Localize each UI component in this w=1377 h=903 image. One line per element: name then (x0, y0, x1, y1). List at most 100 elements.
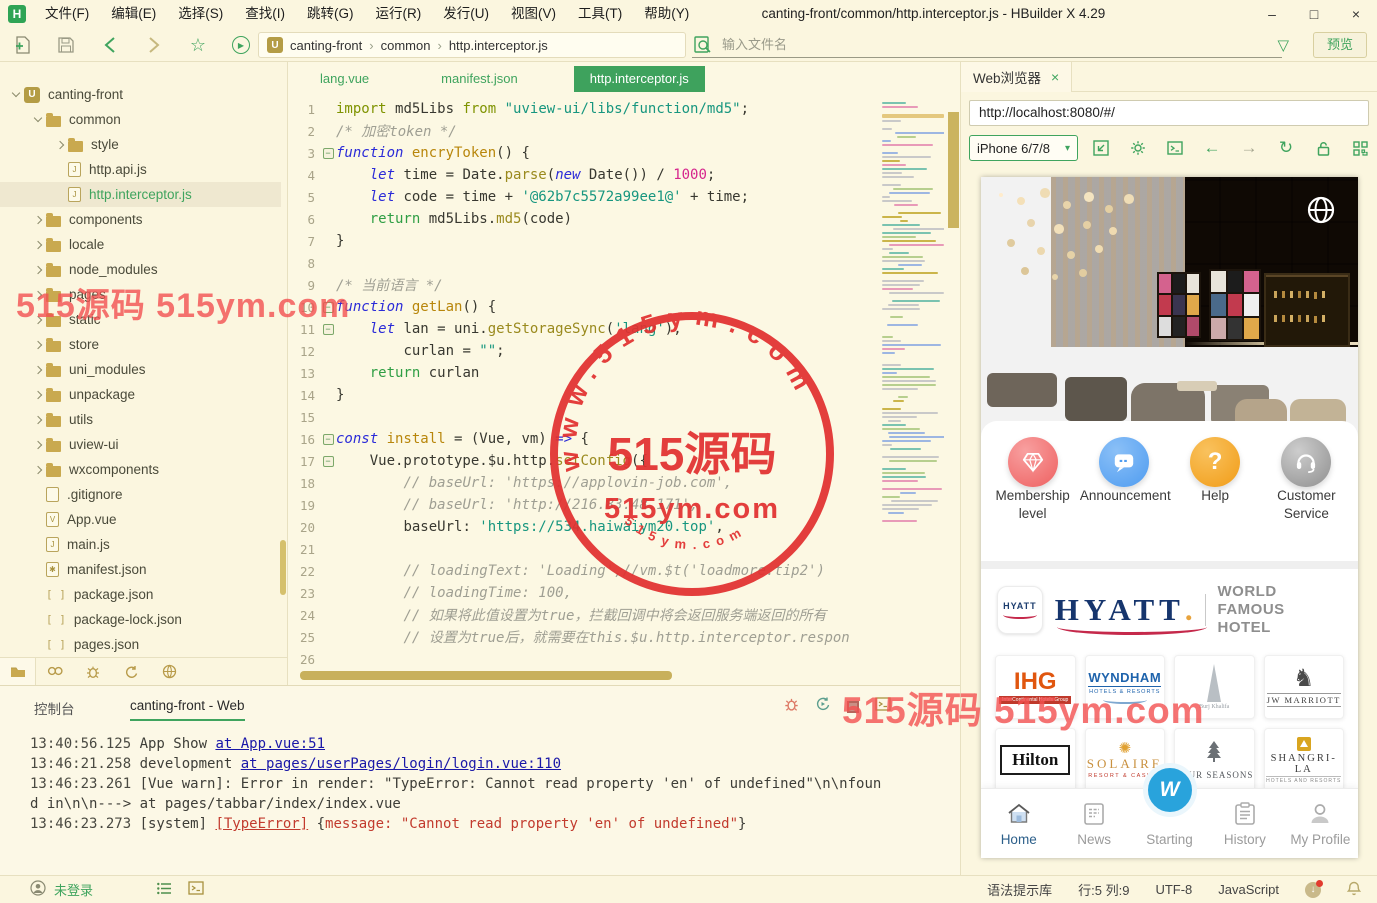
filter-funnel-icon[interactable]: ▽ (1277, 36, 1289, 54)
tree-item-http-api-js[interactable]: Jhttp.api.js (0, 157, 281, 182)
tree-expand-arrow[interactable] (30, 390, 46, 399)
breadcrumb[interactable]: U canting-front › common › http.interceptor.… (258, 32, 686, 58)
restart-icon[interactable] (815, 696, 831, 717)
menu-t[interactable]: 工具(T) (567, 0, 633, 28)
tab-news[interactable]: News (1056, 789, 1131, 858)
fold-box[interactable]: − (322, 301, 334, 313)
console-tab[interactable]: canting-front - Web (130, 698, 245, 721)
login-status[interactable]: 未登录 (54, 880, 93, 899)
tab-my-profile[interactable]: My Profile (1283, 789, 1358, 858)
fold-box[interactable]: − (322, 455, 334, 467)
status-5-9[interactable]: 行:5 列:9 (1078, 880, 1129, 899)
tree-item-package-json[interactable]: [ ] package.json (0, 582, 281, 607)
tree-item-common[interactable]: common (0, 107, 281, 132)
tree-expand-arrow[interactable] (30, 290, 46, 299)
close-button[interactable]: × (1335, 0, 1377, 28)
run-icon[interactable]: ▶ (232, 36, 250, 54)
starting-logo-icon[interactable]: W (1142, 763, 1197, 817)
editor-tab-manifest-json[interactable]: manifest.json (425, 66, 534, 92)
device-select[interactable]: iPhone 6/7/8 ▾ (969, 135, 1078, 161)
tree-item-locale[interactable]: locale (0, 232, 281, 257)
fit-window-icon[interactable] (1092, 139, 1110, 157)
tree-item-pages-json[interactable]: [ ] pages.json (0, 632, 281, 657)
brand-card-jw-marriott[interactable]: ♞ JW MARRIOTT (1263, 655, 1344, 719)
fold-marker-icon[interactable]: − (320, 323, 336, 335)
menu-e[interactable]: 编辑(E) (100, 0, 167, 28)
plugins-tab-icon[interactable] (150, 658, 188, 685)
menu-r[interactable]: 运行(R) (365, 0, 433, 28)
tree-item-main-js[interactable]: Jmain.js (0, 532, 281, 557)
search-input[interactable] (722, 37, 1282, 52)
tree-collapse-arrow[interactable] (8, 88, 24, 98)
menu-u[interactable]: 发行(U) (432, 0, 500, 28)
lock-icon[interactable] (1314, 139, 1332, 157)
editor-tab-lang-vue[interactable]: lang.vue (304, 66, 385, 92)
editor-scrollbar[interactable] (948, 112, 959, 228)
status-[interactable]: 语法提示库 (987, 880, 1052, 899)
tree-item-canting-front[interactable]: Ucanting-front (0, 82, 281, 107)
minimize-button[interactable]: – (1251, 0, 1293, 28)
fold-box[interactable]: − (322, 147, 334, 159)
forward-icon[interactable] (144, 35, 164, 55)
tree-expand-arrow[interactable] (52, 140, 68, 149)
update-icon[interactable]: ↓ (1305, 879, 1323, 898)
tree-item-utils[interactable]: utils (0, 407, 281, 432)
search-tab-icon[interactable] (36, 658, 74, 685)
maximize-button[interactable]: □ (1293, 0, 1335, 28)
search-file-icon[interactable] (694, 35, 716, 54)
svn-tab-icon[interactable] (112, 658, 150, 685)
service-announcement[interactable]: Announcement (1080, 437, 1171, 523)
brand-card-burj-khalifa[interactable]: Burj Khalifa (1174, 655, 1255, 719)
fold-marker-icon[interactable]: − (320, 301, 336, 313)
menu-i[interactable]: 查找(I) (234, 0, 296, 28)
outline-list-icon[interactable] (157, 882, 172, 898)
tree-item-pages[interactable]: pages (0, 282, 281, 307)
tree-expand-arrow[interactable] (30, 415, 46, 424)
tree-expand-arrow[interactable] (30, 215, 46, 224)
status-utf-8[interactable]: UTF-8 (1155, 882, 1192, 897)
fold-marker-icon[interactable]: − (320, 455, 336, 467)
breadcrumb-item-common[interactable]: common (381, 38, 431, 53)
qr-code-icon[interactable] (1351, 139, 1369, 157)
tree-item-wxcomponents[interactable]: wxcomponents (0, 457, 281, 482)
status-javascript[interactable]: JavaScript (1218, 882, 1279, 897)
tree-expand-arrow[interactable] (30, 365, 46, 374)
tree-expand-arrow[interactable] (30, 340, 46, 349)
brand-card-wyndham[interactable]: WYNDHAM HOTELS & RESORTS (1084, 655, 1165, 719)
debug-tab-icon[interactable] (74, 658, 112, 685)
explorer-tab-icon[interactable] (0, 658, 36, 685)
log-error-link[interactable]: [TypeError] (215, 816, 308, 832)
menu-g[interactable]: 跳转(G) (296, 0, 365, 28)
tree-item-package-lock-json[interactable]: [ ] package-lock.json (0, 607, 281, 632)
hyatt-banner[interactable]: HYATT HYATT. WORLD FAMOUS HOTEL (981, 581, 1358, 639)
tree-expand-arrow[interactable] (30, 240, 46, 249)
service-membership-level[interactable]: Membership level (989, 437, 1077, 523)
menu-f[interactable]: 文件(F) (34, 0, 100, 28)
fold-marker-icon[interactable]: − (320, 147, 336, 159)
new-file-icon[interactable] (12, 35, 32, 55)
service-help[interactable]: ? Help (1171, 437, 1259, 523)
back-icon[interactable] (100, 35, 120, 55)
menu-s[interactable]: 选择(S) (167, 0, 234, 28)
editor-tab-http-interceptor-js[interactable]: http.interceptor.js (573, 66, 705, 92)
tab-starting[interactable]: W Starting (1132, 763, 1207, 858)
save-icon[interactable] (56, 35, 76, 55)
minimap[interactable] (882, 102, 944, 645)
url-bar[interactable]: http://localhost:8080/#/ (969, 100, 1369, 126)
terminal-status-icon[interactable] (188, 881, 204, 898)
service-customer-service[interactable]: Customer Service (1262, 437, 1350, 523)
tree-item-http-interceptor-js[interactable]: Jhttp.interceptor.js (0, 182, 281, 207)
settings-gear-icon[interactable] (1129, 139, 1147, 157)
tree-expand-arrow[interactable] (30, 315, 46, 324)
tree-item-uview-ui[interactable]: uview-ui (0, 432, 281, 457)
nav-back-icon[interactable]: ← (1203, 138, 1221, 157)
preview-button[interactable]: 预览 (1312, 32, 1367, 58)
terminal-icon[interactable] (1166, 139, 1184, 157)
brand-card-ihg[interactable]: IHG InterContinental Hotels Group (995, 655, 1076, 719)
fold-box[interactable]: − (322, 433, 334, 445)
debug-bug-icon[interactable] (784, 697, 799, 717)
user-avatar-icon[interactable] (30, 880, 46, 899)
code-area[interactable]: 1 import md5Libs from "uview-ui/libs/func… (288, 98, 870, 667)
tree-item-style[interactable]: style (0, 132, 281, 157)
tab-home[interactable]: Home (981, 789, 1056, 858)
